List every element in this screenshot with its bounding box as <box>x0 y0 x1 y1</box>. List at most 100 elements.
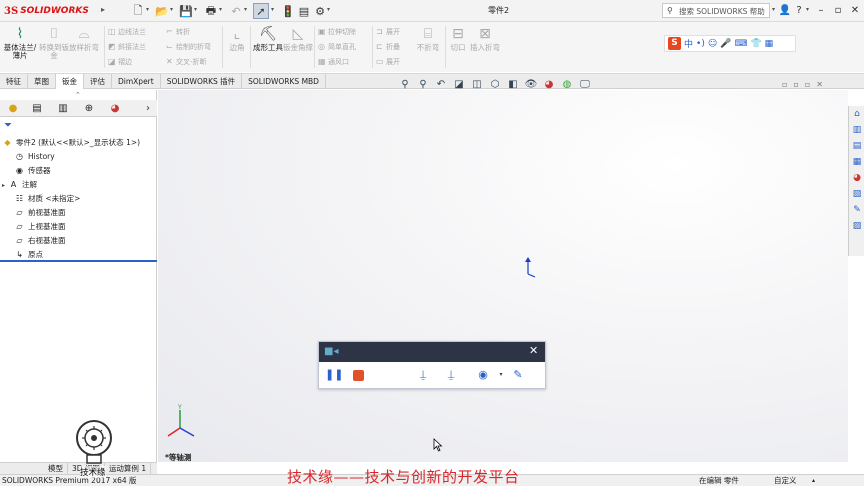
help-dropdown-icon[interactable]: ▾ <box>806 6 809 13</box>
tab-dimxpert[interactable]: DimXpert <box>112 74 161 89</box>
jog-button[interactable]: ⌐ 转折 <box>166 27 190 37</box>
maximize-icon[interactable]: ▫ <box>831 3 845 17</box>
units-selector[interactable]: 自定义 <box>774 475 797 486</box>
display-manager-tab-icon[interactable]: ◕ <box>106 102 124 115</box>
tree-item-sensors[interactable]: ◉ 传感器 <box>8 165 51 177</box>
webcam-icon[interactable]: ◉ <box>476 368 490 382</box>
panel-collapse-icon[interactable]: ⌃ <box>75 91 81 99</box>
recorder-close-icon[interactable]: ✕ <box>529 345 538 357</box>
property-manager-tab-icon[interactable]: ▤ <box>28 102 46 115</box>
corner-button[interactable]: ⌞ 边角 <box>224 26 250 52</box>
tab-mbd[interactable]: SOLIDWORKS MBD <box>242 74 326 89</box>
open-folder-icon[interactable]: 📂 <box>154 3 170 19</box>
help-search-dropdown-icon[interactable]: ▾ <box>772 6 775 13</box>
ime-punctuation-icon[interactable]: •) <box>696 39 705 49</box>
tree-item-top-plane[interactable]: ▱ 上视基准面 <box>8 221 65 233</box>
apply-scene-icon[interactable]: ◍ <box>560 78 574 92</box>
sketched-bend-button[interactable]: ⌙ 绘制的折弯 <box>166 42 211 52</box>
undo-icon[interactable]: ↶ <box>228 3 244 19</box>
edit-appearance-icon[interactable]: ◕ <box>542 78 556 92</box>
pause-icon[interactable]: ❚❚ <box>325 368 343 382</box>
pen-tool-icon[interactable]: ⍊ <box>416 368 430 382</box>
file-properties-icon[interactable]: ▤ <box>296 3 312 19</box>
custom-properties-icon[interactable]: ▧ <box>851 188 863 200</box>
recorder-titlebar[interactable]: ■◂ ✕ <box>319 342 545 362</box>
tree-item-history[interactable]: ◷ History <box>8 151 55 163</box>
no-bends-button[interactable]: ⌸ 不折弯 <box>412 26 444 52</box>
select-dropdown-icon[interactable]: ▾ <box>271 6 274 13</box>
ime-grid-icon[interactable]: ▦ <box>765 39 774 49</box>
learning-icon[interactable]: ▨ <box>851 220 863 232</box>
menu-expand-icon[interactable]: ▸ <box>101 5 111 17</box>
ime-voice-icon[interactable]: 🎤 <box>720 39 731 49</box>
miter-flange-button[interactable]: ◩ 斜接法兰 <box>108 42 146 52</box>
feature-tree-tab-icon[interactable]: ● <box>4 102 22 115</box>
previous-view-icon[interactable]: ↶ <box>434 78 448 92</box>
display-style-icon[interactable]: ◧ <box>506 78 520 92</box>
appearances-icon[interactable]: ◕ <box>851 172 863 184</box>
insert-bends-button[interactable]: ⊠ 插入折弯 <box>470 26 500 52</box>
help-question-icon[interactable]: ? <box>792 3 806 17</box>
panel-scroll-right-icon[interactable]: › <box>139 102 157 115</box>
tab-evaluate[interactable]: 评估 <box>84 74 112 89</box>
viewport-close-icon[interactable]: ✕ <box>816 80 823 89</box>
undo-dropdown-icon[interactable]: ▾ <box>244 6 247 13</box>
extruded-cut-button[interactable]: ▣ 拉伸切除 <box>318 27 356 37</box>
select-pointer-icon[interactable]: ➚ <box>253 3 269 19</box>
draw-pencil-icon[interactable]: ✎ <box>511 368 525 382</box>
graphics-area[interactable]: Y <box>158 90 848 462</box>
new-document-icon[interactable]: 🗋 <box>130 3 146 19</box>
tree-root-part[interactable]: ◆ 零件2 (默认<<默认>_显示状态 1>) <box>2 137 140 149</box>
tab-sketch[interactable]: 草图 <box>28 74 56 89</box>
tab-features[interactable]: 特征 <box>0 74 28 89</box>
ime-language-indicator[interactable]: 中 <box>684 37 693 50</box>
print-dropdown-icon[interactable]: ▾ <box>219 6 222 13</box>
tree-item-material[interactable]: ☷ 材质 <未指定> <box>8 193 81 205</box>
ime-emoji-icon[interactable]: ☺ <box>708 39 717 49</box>
webcam-dropdown-icon[interactable]: ▾ <box>494 368 508 382</box>
vent-button[interactable]: ▦ 通风口 <box>318 57 349 67</box>
tree-item-right-plane[interactable]: ▱ 右视基准面 <box>8 235 65 247</box>
viewport-restore-icon[interactable]: ▫ <box>782 80 787 89</box>
cross-break-button[interactable]: ✕ 交叉-折断 <box>166 57 207 67</box>
edge-flange-button[interactable]: ◫ 边线法兰 <box>108 27 146 37</box>
ime-keyboard-icon[interactable]: ⌨ <box>734 39 747 49</box>
rollback-bar[interactable] <box>0 260 157 262</box>
dynamic-annotation-icon[interactable]: ◫ <box>470 78 484 92</box>
zoom-to-fit-icon[interactable]: ⚲ <box>398 78 412 92</box>
configuration-manager-tab-icon[interactable]: ▥ <box>54 102 72 115</box>
units-dropdown-icon[interactable]: ▴ <box>812 475 815 486</box>
stop-button[interactable] <box>351 368 365 382</box>
options-dropdown-icon[interactable]: ▾ <box>327 6 330 13</box>
open-dropdown-icon[interactable]: ▾ <box>170 6 173 13</box>
viewport-tile-icon[interactable]: ▫ <box>805 80 810 89</box>
tab-sheet-metal[interactable]: 钣金 <box>56 74 84 89</box>
solidworks-resources-icon[interactable]: ⌂ <box>851 108 863 120</box>
ime-skin-icon[interactable]: 👕 <box>750 39 761 49</box>
new-dropdown-icon[interactable]: ▾ <box>146 6 149 13</box>
viewport-maximize-icon[interactable]: ▫ <box>793 80 798 89</box>
print-icon[interactable]: 🖶 <box>203 3 219 19</box>
dimxpert-tab-icon[interactable]: ⊕ <box>80 102 98 115</box>
rip-button[interactable]: ⊟ 切口 <box>446 26 470 52</box>
close-icon[interactable]: ✕ <box>848 3 862 17</box>
base-flange-button[interactable]: ⌇ 基体法兰/薄片 <box>2 26 38 60</box>
file-explorer-icon[interactable]: ▤ <box>851 140 863 152</box>
help-search-input[interactable]: ⚲ 搜索 SOLIDWORKS 帮助 <box>662 3 770 18</box>
save-dropdown-icon[interactable]: ▾ <box>194 6 197 13</box>
zoom-to-area-icon[interactable]: ⚲ <box>416 78 430 92</box>
view-palette-icon[interactable]: ▦ <box>851 156 863 168</box>
highlighter-icon[interactable]: ⍊ <box>444 368 458 382</box>
ime-toolbar[interactable]: S 中 •) ☺ 🎤 ⌨ 👕 ▦ <box>664 35 796 52</box>
lofted-bend-button[interactable]: ⌓ 放样折弯 <box>66 26 102 52</box>
tab-addins[interactable]: SOLIDWORKS 插件 <box>161 74 243 89</box>
filter-icon[interactable]: ⏷ <box>4 120 12 131</box>
fold-button[interactable]: ⊏ 折叠 <box>376 42 400 52</box>
save-icon[interactable]: 💾 <box>178 3 194 19</box>
section-view-icon[interactable]: ◪ <box>452 78 466 92</box>
hem-button[interactable]: ◪ 褶边 <box>108 57 132 67</box>
options-gear-icon[interactable]: ⚙ <box>312 3 328 19</box>
user-icon[interactable]: 👤 <box>778 3 792 17</box>
hide-show-items-icon[interactable]: 👁 <box>524 78 538 92</box>
flatten-button[interactable]: ▭ 展开 <box>376 57 400 67</box>
